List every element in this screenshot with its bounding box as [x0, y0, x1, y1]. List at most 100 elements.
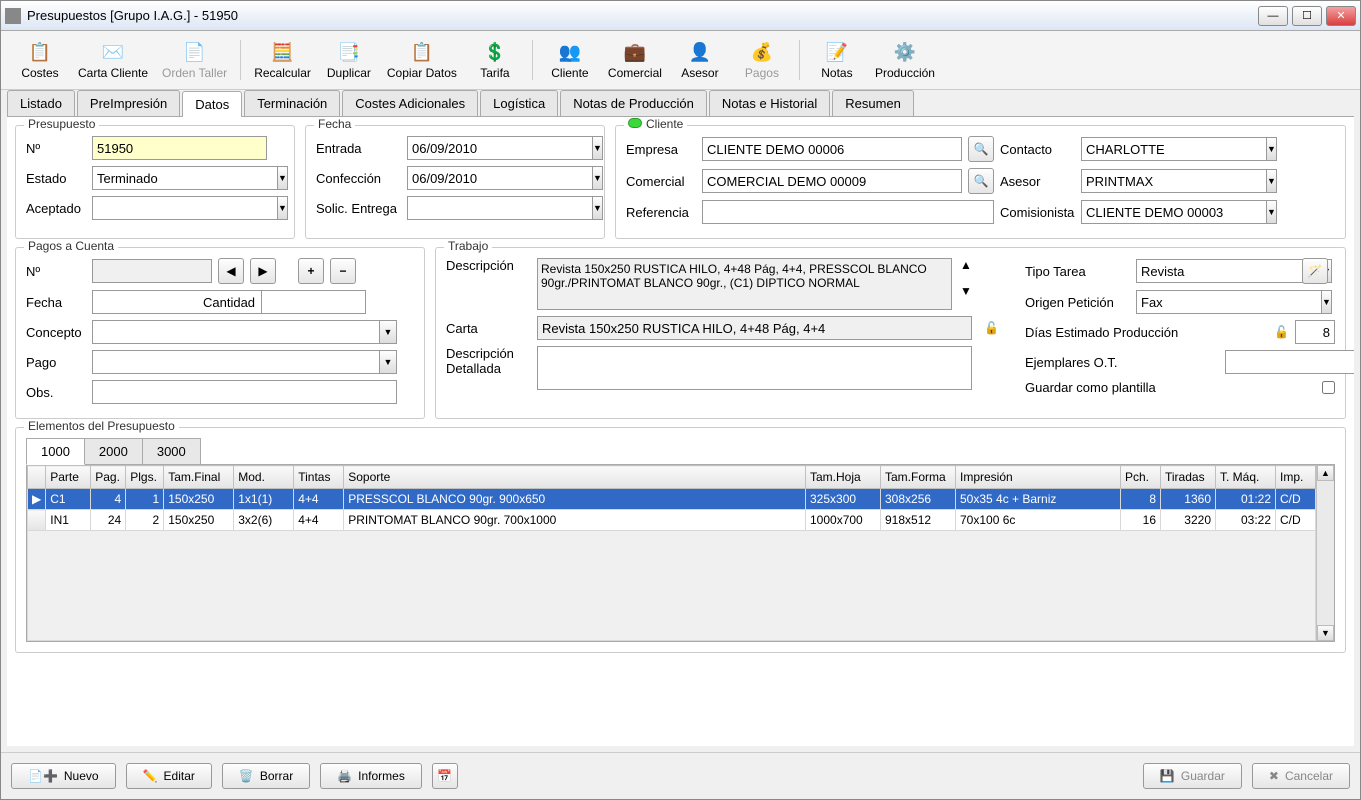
origen-combo[interactable] — [1136, 290, 1321, 314]
search-empresa-button[interactable]: 🔍 — [968, 136, 994, 162]
chevron-down-icon[interactable]: ▼ — [1321, 290, 1332, 314]
minimize-button[interactable]: — — [1258, 6, 1288, 26]
tarifa-button[interactable]: 💲Tarifa — [464, 37, 526, 83]
tab-preimpresion[interactable]: PreImpresión — [77, 90, 180, 116]
col-tiradas[interactable]: Tiradas — [1161, 466, 1216, 489]
cliente-button[interactable]: 👥Cliente — [539, 37, 601, 83]
prev-button[interactable]: ◀ — [218, 258, 244, 284]
comercial-button[interactable]: 💼Comercial — [601, 37, 669, 83]
chevron-down-icon[interactable]: ▼ — [1266, 169, 1277, 193]
col-tamforma[interactable]: Tam.Forma — [881, 466, 956, 489]
chevron-down-icon[interactable]: ▼ — [277, 196, 288, 220]
duplicar-button[interactable]: 📑Duplicar — [318, 37, 380, 83]
tab-logistica[interactable]: Logística — [480, 90, 558, 116]
tab-listado[interactable]: Listado — [7, 90, 75, 116]
search-comercial-button[interactable]: 🔍 — [968, 168, 994, 194]
tab-notas-produccion[interactable]: Notas de Producción — [560, 90, 707, 116]
concepto-label: Concepto — [26, 325, 86, 340]
next-button[interactable]: ▶ — [250, 258, 276, 284]
col-tmaq[interactable]: T. Máq. — [1216, 466, 1276, 489]
estado-combo[interactable] — [92, 166, 277, 190]
recalcular-button[interactable]: 🧮Recalcular — [247, 37, 318, 83]
comisionista-combo[interactable] — [1081, 200, 1266, 224]
entrada-date[interactable] — [407, 136, 592, 160]
wand-button[interactable]: 🪄 — [1302, 258, 1328, 284]
close-button[interactable]: ✕ — [1326, 6, 1356, 26]
col-tintas[interactable]: Tintas — [294, 466, 344, 489]
elementos-grid[interactable]: Parte Pag. Plgs. Tam.Final Mod. Tintas S… — [27, 465, 1316, 641]
confeccion-date[interactable] — [407, 166, 592, 190]
qty-tab-1000[interactable]: 1000 — [26, 438, 85, 465]
col-imp[interactable]: Imp. — [1276, 466, 1316, 489]
chevron-down-icon[interactable]: ▼ — [1266, 200, 1277, 224]
pagos-n-input[interactable] — [92, 259, 212, 283]
comercial-input[interactable] — [702, 169, 962, 193]
col-soporte[interactable]: Soporte — [344, 466, 806, 489]
add-button[interactable]: + — [298, 258, 324, 284]
chevron-down-icon[interactable]: ▼ — [592, 196, 603, 220]
plantilla-checkbox[interactable] — [1322, 381, 1335, 394]
grid-scrollbar[interactable]: ▲ ▼ — [1316, 465, 1334, 641]
carta-input[interactable] — [537, 316, 972, 340]
borrar-button[interactable]: 🗑️Borrar — [222, 763, 310, 789]
empresa-input[interactable] — [702, 137, 962, 161]
chevron-down-icon[interactable]: ▼ — [592, 136, 603, 160]
maximize-button[interactable]: ☐ — [1292, 6, 1322, 26]
n-input[interactable] — [92, 136, 267, 160]
copiar-datos-button[interactable]: 📋Copiar Datos — [380, 37, 464, 83]
nuevo-button[interactable]: 📄➕Nuevo — [11, 763, 116, 789]
tipo-tarea-combo[interactable] — [1136, 259, 1321, 283]
calendar-button[interactable]: 📅 — [432, 763, 458, 789]
asesor-button[interactable]: 👤Asesor — [669, 37, 731, 83]
cantidad-input[interactable] — [261, 290, 366, 314]
aceptado-combo[interactable] — [92, 196, 277, 220]
contacto-combo[interactable] — [1081, 137, 1266, 161]
descripcion-textarea[interactable] — [537, 258, 952, 310]
col-mod[interactable]: Mod. — [234, 466, 294, 489]
contacto-label: Contacto — [1000, 142, 1075, 157]
informes-button[interactable]: 🖨️Informes — [320, 763, 422, 789]
table-row[interactable]: IN1242 150x2503x2(6)4+4PRINTOMAT BLANCO … — [28, 510, 1316, 531]
tipo-tarea-label: Tipo Tarea — [1025, 264, 1130, 279]
solic-entrega-label: Solic. Entrega — [316, 201, 401, 216]
desc-detallada-textarea[interactable] — [537, 346, 972, 390]
carta-cliente-button[interactable]: ✉️Carta Cliente — [71, 37, 155, 83]
pago-combo[interactable] — [92, 350, 379, 374]
solic-entrega-date[interactable] — [407, 196, 592, 220]
col-pch[interactable]: Pch. — [1121, 466, 1161, 489]
scroll-up-icon[interactable]: ▲ — [1317, 465, 1334, 481]
scroll-down-button[interactable]: ▼ — [960, 284, 972, 306]
editar-button[interactable]: ✏️Editar — [126, 763, 212, 789]
concepto-combo[interactable] — [92, 320, 379, 344]
referencia-input[interactable] — [702, 200, 994, 224]
asesor-combo[interactable] — [1081, 169, 1266, 193]
ejemplares-combo[interactable] — [1225, 350, 1354, 374]
costes-button[interactable]: 📋Costes — [9, 37, 71, 83]
table-row[interactable]: ▶ C141 150x2501x1(1)4+4PRESSCOL BLANCO 9… — [28, 489, 1316, 510]
remove-button[interactable]: − — [330, 258, 356, 284]
notas-button[interactable]: 📝Notas — [806, 37, 868, 83]
chevron-down-icon[interactable]: ▼ — [277, 166, 288, 190]
col-tamfinal[interactable]: Tam.Final — [164, 466, 234, 489]
chevron-down-icon[interactable]: ▼ — [379, 350, 397, 374]
chevron-down-icon[interactable]: ▼ — [1266, 137, 1277, 161]
col-tamhoja[interactable]: Tam.Hoja — [806, 466, 881, 489]
col-pag[interactable]: Pag. — [91, 466, 126, 489]
col-impresion[interactable]: Impresión — [956, 466, 1121, 489]
scroll-down-icon[interactable]: ▼ — [1317, 625, 1334, 641]
chevron-down-icon[interactable]: ▼ — [592, 166, 603, 190]
produccion-button[interactable]: ⚙️Producción — [868, 37, 942, 83]
scroll-up-button[interactable]: ▲ — [960, 258, 972, 280]
tab-notas-historial[interactable]: Notas e Historial — [709, 90, 830, 116]
tab-resumen[interactable]: Resumen — [832, 90, 914, 116]
tab-costes-adicionales[interactable]: Costes Adicionales — [342, 90, 478, 116]
obs-input[interactable] — [92, 380, 397, 404]
qty-tab-2000[interactable]: 2000 — [84, 438, 143, 465]
tab-datos[interactable]: Datos — [182, 91, 242, 117]
dias-input[interactable] — [1295, 320, 1335, 344]
qty-tab-3000[interactable]: 3000 — [142, 438, 201, 465]
tab-terminacion[interactable]: Terminación — [244, 90, 340, 116]
chevron-down-icon[interactable]: ▼ — [379, 320, 397, 344]
col-plgs[interactable]: Plgs. — [126, 466, 164, 489]
col-parte[interactable]: Parte — [46, 466, 91, 489]
